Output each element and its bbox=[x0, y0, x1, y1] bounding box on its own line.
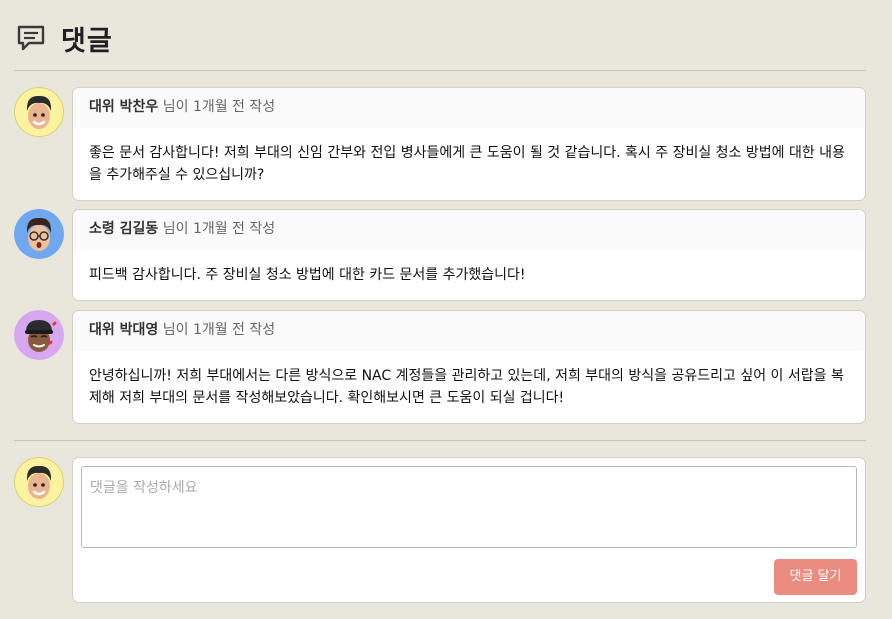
comment-text: 피드백 감사합니다. 주 장비실 청소 방법에 대한 카드 문서를 추가했습니다… bbox=[89, 267, 526, 283]
comment-meta: 소령 김길동 님이 1개월 전 작성 bbox=[73, 210, 865, 250]
comment-meta: 대위 박찬우 님이 1개월 전 작성 bbox=[73, 88, 865, 128]
avatar-memoji-icon bbox=[14, 209, 64, 259]
divider bbox=[14, 70, 866, 71]
comment-author[interactable]: 대위 박대영 bbox=[89, 322, 158, 338]
page-header: 댓글 bbox=[15, 18, 113, 58]
submit-comment-button[interactable]: 댓글 달기 bbox=[774, 559, 857, 595]
comment-meta: 대위 박대영 님이 1개월 전 작성 bbox=[73, 311, 865, 351]
avatar bbox=[14, 457, 64, 507]
page-title: 댓글 bbox=[61, 25, 113, 57]
comment-author[interactable]: 대위 박찬우 bbox=[89, 99, 158, 115]
composer-card: 댓글을 작성하세요 댓글 달기 bbox=[72, 457, 866, 603]
comment-text: 안녕하십니까! 저희 부대에서는 다른 방식으로 NAC 계정들을 관리하고 있… bbox=[89, 368, 844, 406]
comment-card: 대위 박찬우 님이 1개월 전 작성 좋은 문서 감사합니다! 저희 부대의 신… bbox=[72, 87, 866, 201]
comment-card: 소령 김길동 님이 1개월 전 작성 피드백 감사합니다. 주 장비실 청소 방… bbox=[72, 209, 866, 301]
comment-meta-suffix: 님이 1개월 전 작성 bbox=[158, 99, 276, 115]
divider bbox=[14, 440, 866, 441]
comment-author[interactable]: 소령 김길동 bbox=[89, 221, 158, 237]
avatar-memoji-icon bbox=[14, 457, 64, 507]
avatar-memoji-icon bbox=[14, 310, 64, 360]
comment-meta-suffix: 님이 1개월 전 작성 bbox=[158, 221, 276, 237]
comment-meta-suffix: 님이 1개월 전 작성 bbox=[158, 322, 276, 338]
avatar-memoji-icon bbox=[14, 87, 64, 137]
avatar bbox=[14, 310, 64, 360]
comment-text: 좋은 문서 감사합니다! 저희 부대의 신임 간부와 전입 병사들에게 큰 도움… bbox=[89, 145, 845, 183]
comment-icon bbox=[17, 25, 45, 51]
comment-input[interactable]: 댓글을 작성하세요 bbox=[81, 466, 857, 548]
avatar bbox=[14, 209, 64, 259]
avatar bbox=[14, 87, 64, 137]
comment-card: 대위 박대영 님이 1개월 전 작성 안녕하십니까! 저희 부대에서는 다른 방… bbox=[72, 310, 866, 424]
